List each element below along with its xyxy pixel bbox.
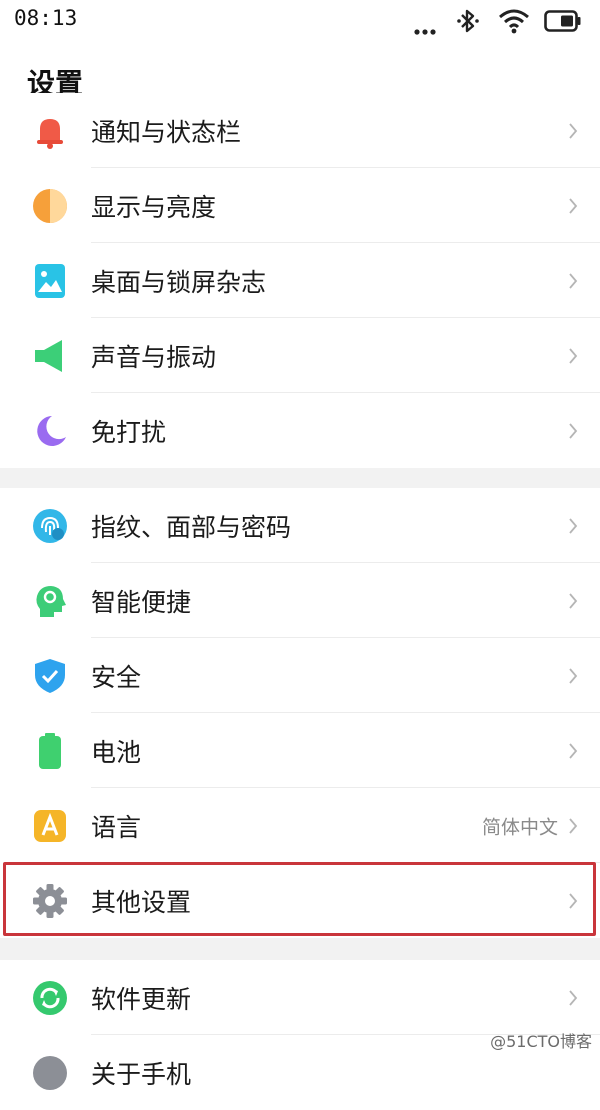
language-value: 简体中文	[481, 816, 558, 838]
gear-icon	[32, 883, 68, 919]
settings-item-label: 免打扰	[91, 417, 167, 447]
bell-icon	[32, 113, 68, 149]
settings-item-notifications[interactable]: 通知与状态栏	[0, 93, 600, 168]
fingerprint-icon	[32, 508, 68, 544]
chevron-right-icon	[568, 592, 578, 610]
settings-item-label: 智能便捷	[91, 587, 192, 617]
smart-head-icon	[32, 583, 68, 619]
settings-item-sound[interactable]: 声音与振动	[0, 318, 600, 393]
settings-item-label: 电池	[91, 737, 142, 767]
settings-item-other[interactable]: 其他设置	[0, 863, 600, 938]
status-bar: 08:13	[0, 0, 600, 42]
settings-item-label: 安全	[91, 662, 142, 692]
chevron-right-icon	[568, 667, 578, 685]
status-time: 08:13	[14, 6, 78, 30]
chevron-right-icon	[568, 892, 578, 910]
settings-item-label: 指纹、面部与密码	[91, 512, 292, 542]
more-dots-icon	[414, 20, 436, 39]
settings-item-wallpaper[interactable]: 桌面与锁屏杂志	[0, 243, 600, 318]
chevron-right-icon	[568, 989, 578, 1007]
shield-icon	[32, 658, 68, 694]
settings-item-label: 通知与状态栏	[91, 117, 242, 147]
status-icons	[414, 8, 584, 36]
chevron-right-icon	[568, 272, 578, 290]
chevron-right-icon	[568, 347, 578, 365]
settings-item-label: 其他设置	[91, 887, 192, 917]
watermark: @51CTO博客	[490, 1032, 592, 1051]
wifi-icon	[498, 8, 530, 38]
brightness-icon	[32, 188, 68, 224]
chevron-right-icon	[568, 742, 578, 760]
settings-item-display[interactable]: 显示与亮度	[0, 168, 600, 243]
settings-item-label: 桌面与锁屏杂志	[91, 267, 267, 297]
settings-item-label: 声音与振动	[91, 342, 217, 372]
language-icon	[32, 808, 68, 844]
wallpaper-icon	[32, 263, 68, 299]
info-icon	[32, 1055, 68, 1091]
chevron-right-icon	[568, 817, 578, 835]
settings-item-language[interactable]: 语言 简体中文	[0, 788, 600, 863]
settings-item-label: 软件更新	[91, 984, 192, 1014]
chevron-right-icon	[568, 122, 578, 140]
chevron-right-icon	[568, 517, 578, 535]
settings-item-label: 显示与亮度	[91, 192, 217, 222]
update-icon	[32, 980, 68, 1016]
section-gap	[0, 938, 600, 960]
settings-item-battery[interactable]: 电池	[0, 713, 600, 788]
chevron-right-icon	[568, 422, 578, 440]
chevron-right-icon	[568, 197, 578, 215]
settings-item-software-update[interactable]: 软件更新	[0, 960, 600, 1035]
settings-item-smart[interactable]: 智能便捷	[0, 563, 600, 638]
moon-icon	[32, 413, 68, 449]
battery-icon	[32, 732, 68, 769]
bluetooth-icon	[456, 8, 480, 38]
settings-item-label: 关于手机	[91, 1059, 192, 1089]
section-gap	[0, 468, 600, 488]
settings-item-label: 语言	[91, 812, 142, 842]
settings-item-do-not-disturb[interactable]: 免打扰	[0, 393, 600, 468]
settings-item-fingerprint[interactable]: 指纹、面部与密码	[0, 488, 600, 563]
speaker-icon	[32, 338, 68, 374]
battery-status-icon	[544, 10, 582, 36]
settings-item-security[interactable]: 安全	[0, 638, 600, 713]
